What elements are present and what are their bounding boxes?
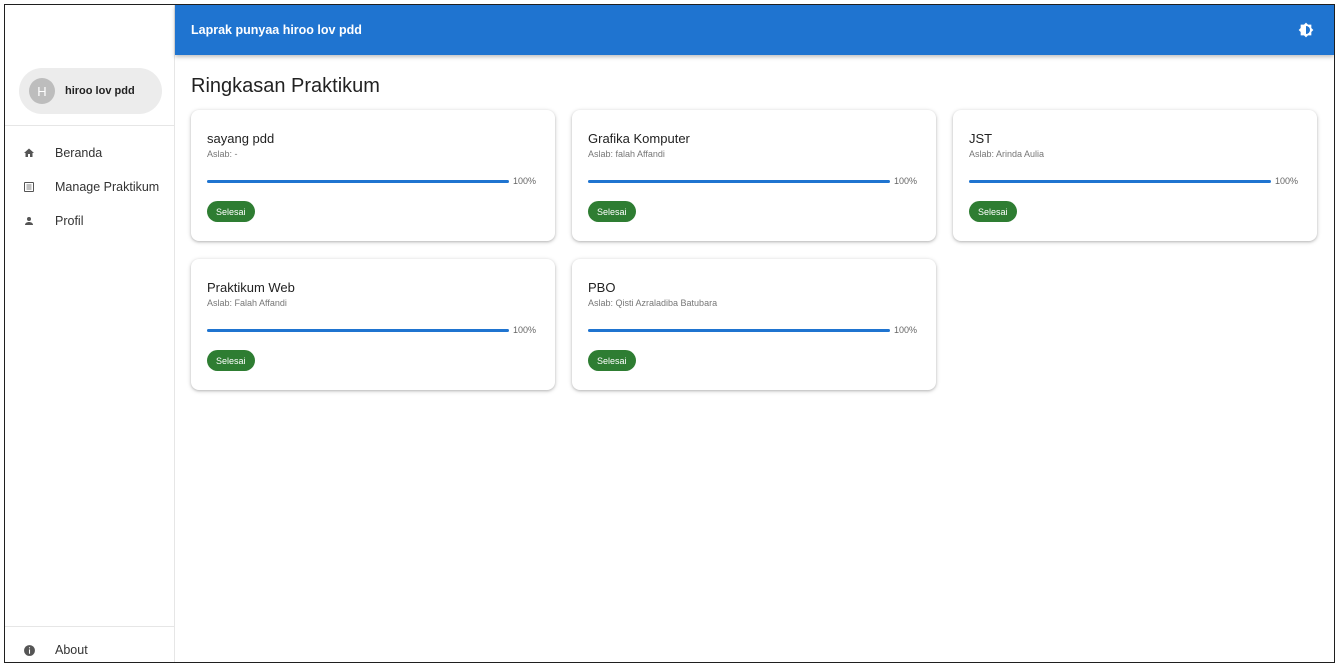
progress-text: 100% xyxy=(513,325,537,335)
sidebar-item-manage-praktikum[interactable]: Manage Praktikum xyxy=(5,170,175,204)
progress-fill xyxy=(588,329,890,332)
card-aslab: Aslab: falah Affandi xyxy=(588,149,665,159)
praktikum-card[interactable]: Grafika Komputer Aslab: falah Affandi 10… xyxy=(572,110,936,241)
praktikum-card[interactable]: JST Aslab: Arinda Aulia 100% Selesai xyxy=(953,110,1317,241)
card-title: PBO xyxy=(588,280,616,295)
card-title: sayang pdd xyxy=(207,131,275,146)
praktikum-card[interactable]: sayang pdd Aslab: - 100% Selesai xyxy=(191,110,555,241)
app-title: Laprak punyaa hiroo lov pdd xyxy=(191,23,362,37)
status-badge: Selesai xyxy=(969,201,1017,222)
praktikum-card[interactable]: Praktikum Web Aslab: Falah Affandi 100% … xyxy=(191,259,555,390)
card-aslab: Aslab: Qisti Azraladiba Batubara xyxy=(588,298,718,308)
card-title: Praktikum Web xyxy=(207,280,295,295)
progress-fill xyxy=(207,180,509,183)
user-chip[interactable]: H hiroo lov pdd xyxy=(19,68,162,114)
app-window: H hiroo lov pdd Beranda Manage Praktikum xyxy=(4,4,1335,663)
sidebar-item-label: Profil xyxy=(55,214,84,228)
status-badge: Selesai xyxy=(207,350,255,371)
status-badge: Selesai xyxy=(588,201,636,222)
progress-bar xyxy=(207,180,509,183)
progress-bar xyxy=(969,180,1271,183)
sidebar-item-profil[interactable]: Profil xyxy=(5,204,175,238)
brightness-icon xyxy=(1298,22,1314,38)
status-badge: Selesai xyxy=(588,350,636,371)
progress-bar xyxy=(207,329,509,332)
card-aslab: Aslab: Falah Affandi xyxy=(207,298,287,308)
info-icon xyxy=(5,644,55,657)
sidebar-about-section: About xyxy=(5,633,175,662)
sidebar-item-label: Beranda xyxy=(55,146,103,160)
sidebar-divider xyxy=(5,125,175,126)
sidebar-item-label: Manage Praktikum xyxy=(55,180,160,194)
status-badge: Selesai xyxy=(207,201,255,222)
progress-text: 100% xyxy=(894,176,918,186)
user-name: hiroo lov pdd xyxy=(65,85,135,97)
sidebar-bottom-divider xyxy=(5,626,175,627)
card-title: JST xyxy=(969,131,993,146)
progress-bar xyxy=(588,180,890,183)
main-content: Ringkasan Praktikum sayang pdd Aslab: - … xyxy=(175,55,1334,662)
app-bar: Laprak punyaa hiroo lov pdd xyxy=(175,5,1334,55)
progress-fill xyxy=(588,180,890,183)
home-icon xyxy=(5,147,55,159)
progress-text: 100% xyxy=(1275,176,1299,186)
card-title: Grafika Komputer xyxy=(588,131,690,146)
praktikum-card[interactable]: PBO Aslab: Qisti Azraladiba Batubara 100… xyxy=(572,259,936,390)
avatar: H xyxy=(29,78,55,104)
card-aslab: Aslab: - xyxy=(207,149,238,159)
person-icon xyxy=(5,215,55,227)
sidebar-nav: Beranda Manage Praktikum Profil xyxy=(5,136,175,238)
progress-fill xyxy=(207,329,509,332)
theme-toggle-button[interactable] xyxy=(1298,22,1314,38)
list-icon xyxy=(5,181,55,193)
sidebar-item-about[interactable]: About xyxy=(5,633,175,662)
progress-fill xyxy=(969,180,1271,183)
sidebar: H hiroo lov pdd Beranda Manage Praktikum xyxy=(5,5,175,662)
card-aslab: Aslab: Arinda Aulia xyxy=(969,149,1045,159)
sidebar-item-label: About xyxy=(55,643,88,657)
progress-text: 100% xyxy=(513,176,537,186)
page-title: Ringkasan Praktikum xyxy=(191,75,380,97)
sidebar-item-beranda[interactable]: Beranda xyxy=(5,136,175,170)
progress-text: 100% xyxy=(894,325,918,335)
progress-bar xyxy=(588,329,890,332)
